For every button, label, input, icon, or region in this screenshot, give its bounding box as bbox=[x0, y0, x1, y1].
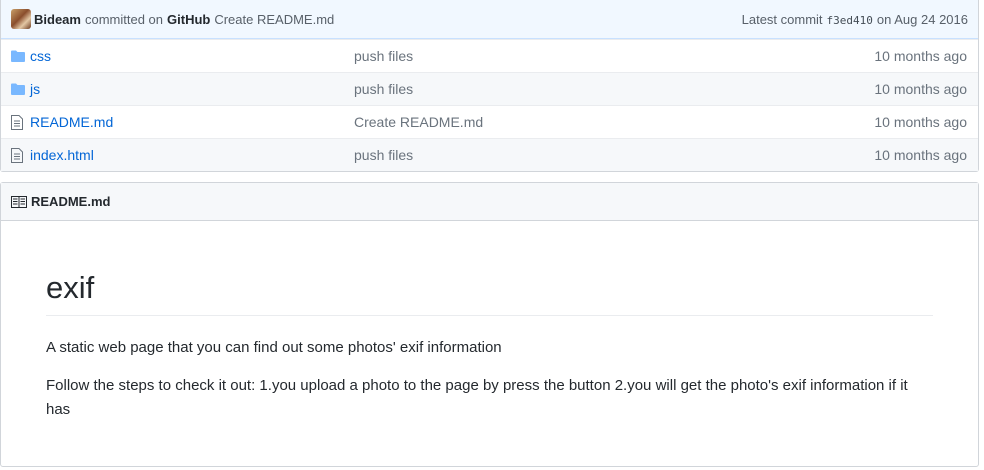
latest-commit-info: Latest commit f3ed410 on Aug 24 2016 bbox=[742, 12, 968, 27]
file-commit-message[interactable]: push files bbox=[354, 81, 838, 97]
file-link-css[interactable]: css bbox=[30, 48, 51, 64]
commit-message-link[interactable]: Create README.md bbox=[214, 12, 334, 27]
commit-tease: Bideam committed on GitHub Create README… bbox=[1, 0, 978, 39]
file-row: css push files 10 months ago bbox=[1, 39, 978, 72]
file-text-icon bbox=[1, 114, 30, 130]
file-age: 10 months ago bbox=[874, 114, 967, 130]
readme-paragraph: Follow the steps to check it out: 1.you … bbox=[46, 377, 908, 419]
folder-icon bbox=[1, 83, 30, 95]
file-text-icon bbox=[1, 147, 30, 163]
readme-panel: README.md exif A static web page that yo… bbox=[0, 182, 979, 467]
commit-sha-link[interactable]: f3ed410 bbox=[827, 14, 873, 27]
latest-commit-label: Latest commit bbox=[741, 11, 823, 27]
commit-committed-on-text: committed on bbox=[84, 11, 164, 27]
file-commit-message[interactable]: push files bbox=[354, 147, 838, 163]
avatar[interactable] bbox=[11, 9, 31, 29]
folder-icon bbox=[1, 50, 30, 62]
commit-via-link[interactable]: GitHub bbox=[167, 12, 210, 27]
readme-header: README.md bbox=[1, 183, 978, 221]
commit-date: on Aug 24 2016 bbox=[876, 11, 968, 27]
file-age: 10 months ago bbox=[874, 48, 967, 64]
file-age: 10 months ago bbox=[874, 147, 967, 163]
file-link-index[interactable]: index.html bbox=[30, 147, 94, 163]
file-navigation: Bideam committed on GitHub Create README… bbox=[0, 0, 979, 172]
commit-author-link[interactable]: Bideam bbox=[34, 12, 81, 27]
file-age: 10 months ago bbox=[874, 81, 967, 97]
file-row: index.html push files 10 months ago bbox=[1, 138, 978, 171]
file-row: js push files 10 months ago bbox=[1, 72, 978, 105]
file-commit-message[interactable]: Create README.md bbox=[354, 114, 838, 130]
readme-title: exif bbox=[46, 269, 933, 317]
readme-header-title: README.md bbox=[31, 194, 111, 209]
file-row: README.md Create README.md 10 months ago bbox=[1, 105, 978, 138]
file-commit-message[interactable]: push files bbox=[354, 48, 838, 64]
book-icon bbox=[11, 195, 27, 208]
file-link-readme[interactable]: README.md bbox=[30, 114, 113, 130]
file-link-js[interactable]: js bbox=[30, 81, 40, 97]
readme-paragraph: A static web page that you can find out … bbox=[46, 339, 502, 357]
readme-body: exif A static web page that you can find… bbox=[1, 221, 978, 422]
